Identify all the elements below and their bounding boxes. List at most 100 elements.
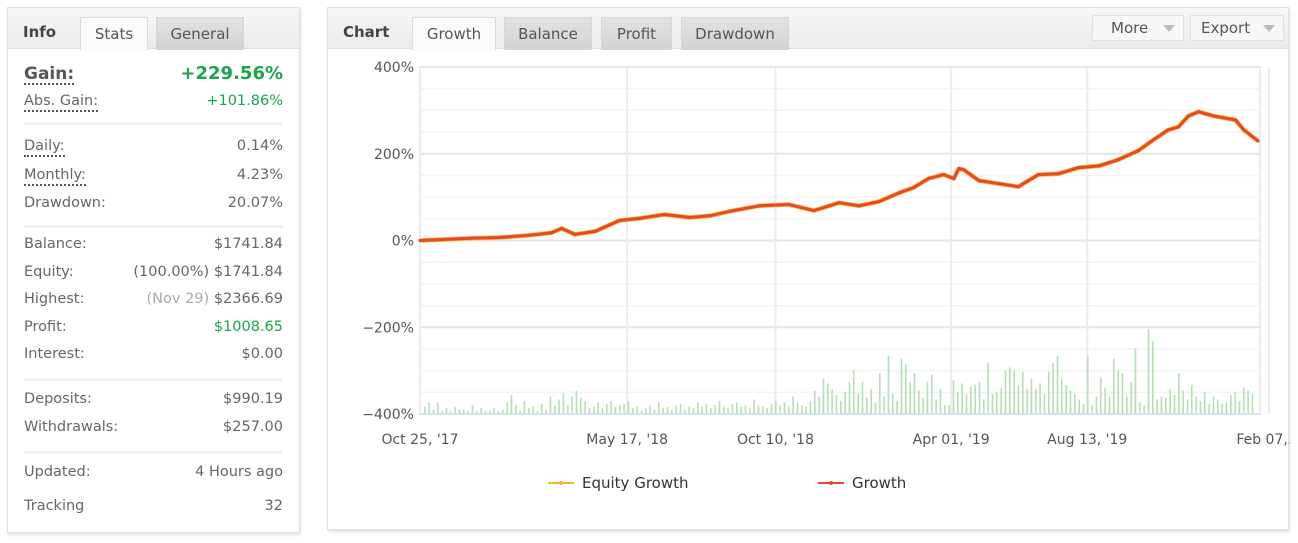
- tracking-value: 32: [264, 497, 283, 514]
- meta-group: Updated: 4 Hours ago Tracking 32: [24, 454, 283, 534]
- profit-bar: [1238, 400, 1241, 414]
- profit-bar: [814, 390, 816, 414]
- chevron-down-icon: [1163, 25, 1175, 32]
- monthly-label[interactable]: Monthly:: [24, 166, 86, 186]
- tab-profit[interactable]: Profit: [601, 17, 672, 50]
- profit-bar: [597, 402, 599, 414]
- y-tick-label: 0%: [392, 234, 414, 250]
- more-dropdown[interactable]: More: [1092, 15, 1184, 41]
- profit-bar: [753, 399, 755, 414]
- growth-point: [438, 238, 442, 242]
- legend-equity-growth[interactable]: Equity Growth: [548, 474, 689, 492]
- profit-bar: [1104, 387, 1106, 414]
- chevron-down-icon: [1263, 25, 1275, 32]
- profit-bar: [857, 393, 859, 414]
- profit-bar: [1178, 373, 1180, 414]
- profit-bar: [957, 392, 959, 414]
- profit-bar: [853, 370, 855, 414]
- highest-value: $2366.69: [213, 291, 283, 307]
- profit-bar: [931, 374, 933, 414]
- profit-bar: [658, 402, 660, 414]
- profit-bar: [1182, 390, 1184, 414]
- tab-general[interactable]: General: [156, 17, 244, 50]
- profit-bar: [1022, 371, 1024, 414]
- profit-bar: [961, 383, 963, 414]
- balance-value: $1741.84: [213, 236, 283, 252]
- tab-growth[interactable]: Growth: [412, 17, 496, 51]
- growth-point: [593, 229, 597, 233]
- profit-bar: [1225, 402, 1228, 414]
- legend-growth[interactable]: Growth: [818, 474, 906, 492]
- growth-point: [1176, 125, 1180, 129]
- y-tick-label: −200%: [362, 320, 414, 336]
- equity-value: $1741.84: [213, 263, 283, 280]
- profit-bar: [935, 399, 937, 414]
- profit-bar: [1087, 355, 1089, 414]
- profit-bar: [762, 406, 764, 414]
- chart-tabbar: Chart Growth Balance Profit Drawdown Mor…: [328, 8, 1288, 51]
- growth-point: [927, 176, 931, 181]
- balance-row: Balance: $1741.84: [24, 236, 283, 264]
- equity-row: Equity: (100.00%) $1741.84: [24, 264, 283, 292]
- export-dropdown[interactable]: Export: [1190, 15, 1284, 41]
- profit-bar: [905, 364, 907, 414]
- profit-bar: [1030, 379, 1033, 414]
- profit-bar: [445, 408, 448, 414]
- y-tick-label: 200%: [374, 147, 414, 163]
- profit-bar: [1169, 389, 1171, 414]
- profit-bar: [606, 403, 608, 414]
- profit-bar: [1065, 384, 1067, 414]
- growth-point: [418, 238, 422, 243]
- gain-label[interactable]: Gain:: [24, 65, 75, 85]
- equity-label: Equity:: [24, 263, 74, 280]
- profit-bar: [879, 373, 881, 414]
- profit-bar: [428, 402, 430, 414]
- profit-bar: [1013, 370, 1015, 414]
- daily-value: 0.14%: [236, 138, 283, 154]
- profit-bar: [749, 408, 751, 414]
- profit-bar: [744, 405, 747, 414]
- profit-bar: [1217, 399, 1219, 414]
- daily-label[interactable]: Daily:: [24, 137, 65, 157]
- tab-balance[interactable]: Balance: [504, 17, 592, 50]
- profit-bar: [515, 405, 517, 414]
- profit-bar: [627, 400, 630, 414]
- growth-point: [708, 214, 712, 218]
- profit-bar: [792, 396, 794, 414]
- profit-bar: [965, 393, 968, 414]
- profit-value: $1008.65: [213, 318, 283, 335]
- profit-bar: [1212, 396, 1215, 414]
- profit-bar: [831, 389, 833, 414]
- profit-bar: [666, 406, 669, 414]
- abs-gain-label[interactable]: Abs. Gain:: [24, 92, 99, 112]
- deposits-label: Deposits:: [24, 391, 92, 407]
- growth-point: [1056, 172, 1061, 176]
- tab-drawdown[interactable]: Drawdown: [681, 17, 789, 50]
- profit-bar: [697, 402, 699, 414]
- y-tick-label: −400%: [362, 407, 414, 423]
- profit-bar: [922, 397, 924, 414]
- profit-bar: [1156, 399, 1158, 414]
- growth-point: [1077, 166, 1081, 170]
- growth-point: [897, 191, 901, 195]
- profit-bar: [1234, 392, 1236, 414]
- growth-chart[interactable]: 400% 200% 0% −200% −400% Oct 25, '17 May 17, …: [328, 50, 1290, 520]
- growth-point: [1242, 128, 1246, 132]
- growth-point: [837, 201, 841, 205]
- profit-bar: [1113, 358, 1115, 414]
- profit-bar: [471, 405, 474, 414]
- growth-point: [1136, 149, 1140, 153]
- legend-label: Growth: [852, 474, 907, 492]
- info-heading: Info: [23, 23, 57, 41]
- tab-stats[interactable]: Stats: [80, 17, 148, 51]
- growth-point: [573, 232, 577, 237]
- equity-growth-swatch-icon: [548, 481, 574, 485]
- growth-point: [1016, 185, 1020, 189]
- export-label: Export: [1201, 19, 1251, 37]
- x-axis: Oct 25, '17 May 17, '18 Oct 10, '18 Apr 01,…: [381, 432, 1290, 448]
- profit-bar: [580, 397, 582, 414]
- deposits-value: $990.19: [223, 391, 283, 407]
- growth-point: [957, 166, 961, 171]
- updated-value: 4 Hours ago: [195, 463, 283, 480]
- growth-point: [1211, 114, 1216, 118]
